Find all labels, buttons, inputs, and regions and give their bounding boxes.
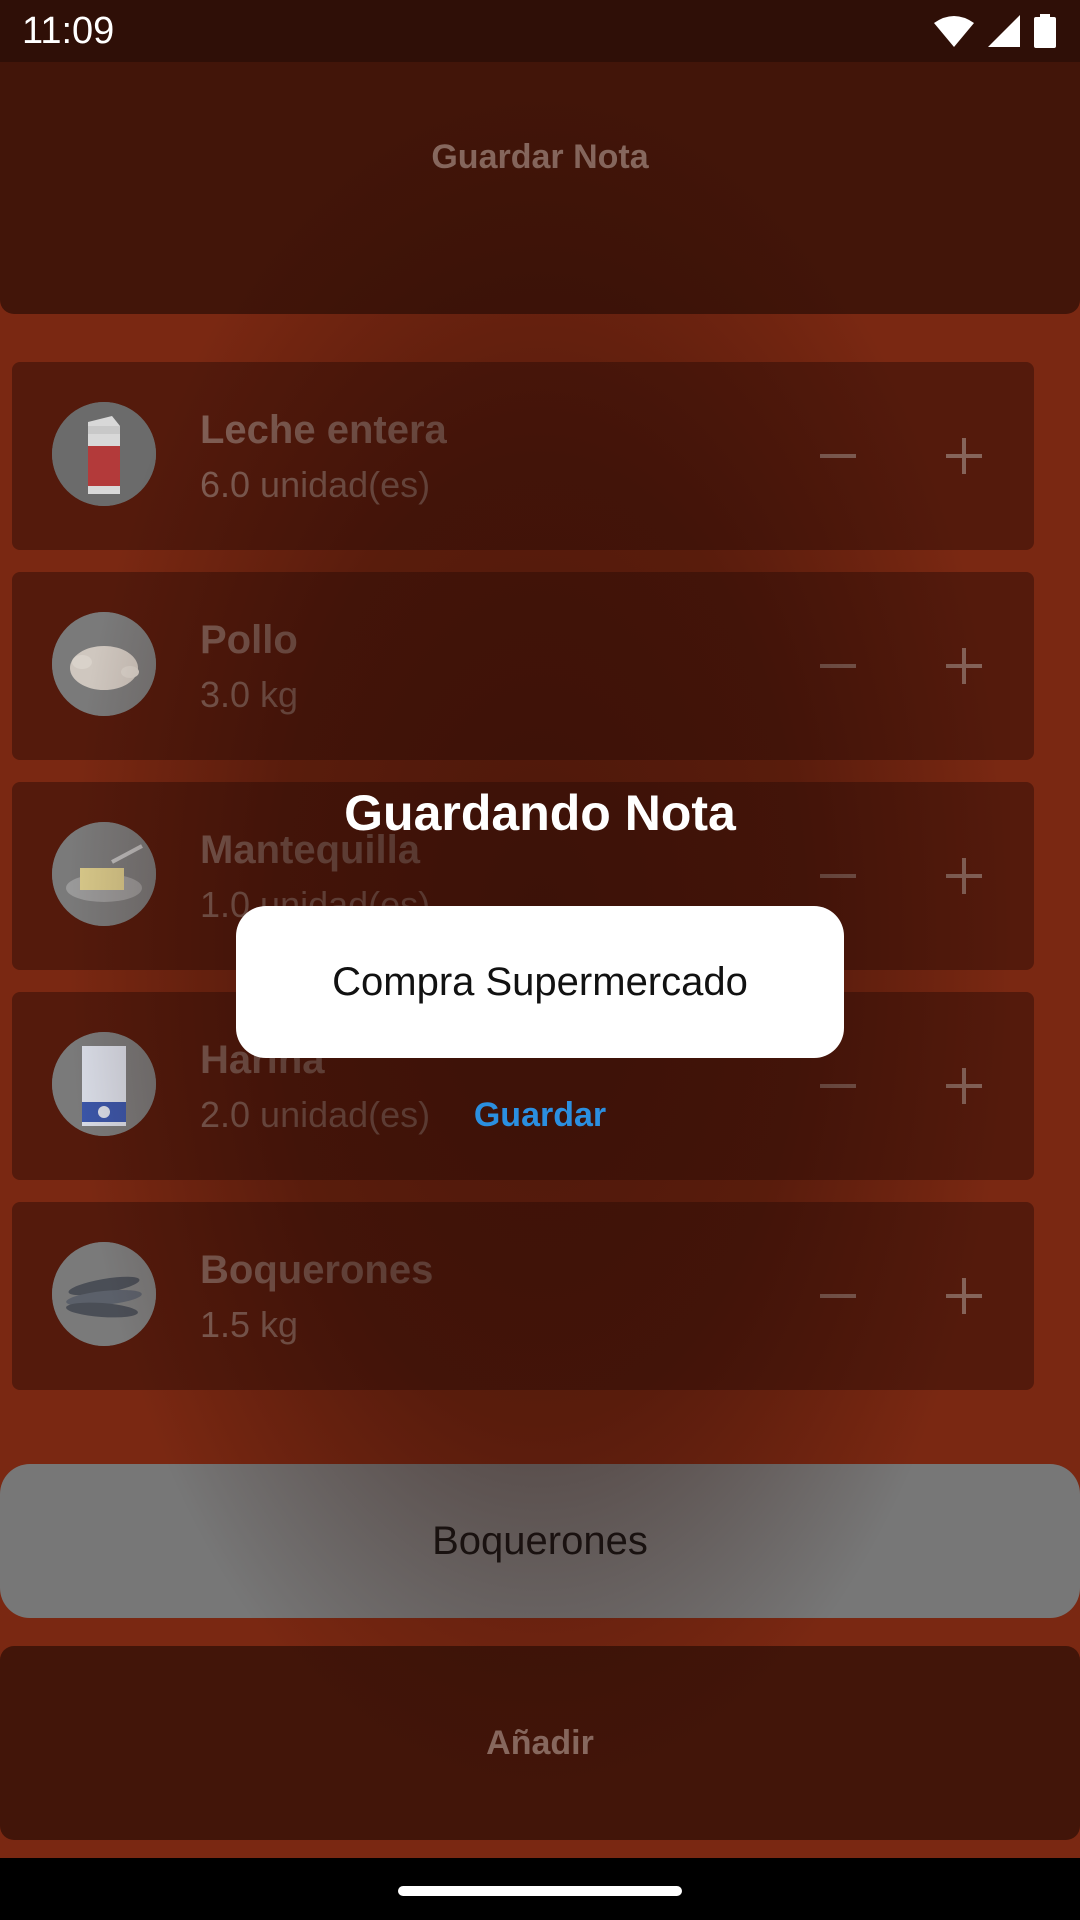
battery-icon [1034, 14, 1056, 48]
increase-button[interactable] [932, 1054, 996, 1118]
fish-icon [52, 1242, 156, 1346]
minus-icon [820, 1084, 856, 1088]
list-item: Pollo 3.0 kg [12, 572, 1034, 760]
milk-carton-icon [52, 402, 156, 506]
dialog-title: Guardando Nota [344, 785, 736, 841]
cell-signal-icon [988, 15, 1020, 47]
product-input-container: Boquerones [0, 1464, 1080, 1618]
bottom-bar: Añadir [0, 1646, 1080, 1840]
decrease-button[interactable] [806, 424, 870, 488]
decrease-button[interactable] [806, 634, 870, 698]
decrease-button[interactable] [806, 1264, 870, 1328]
product-input[interactable]: Boquerones [0, 1464, 1080, 1618]
home-handle[interactable] [398, 1886, 682, 1896]
plus-icon [946, 648, 982, 684]
top-bar: Guardar Nota [0, 62, 1080, 314]
minus-icon [820, 1294, 856, 1298]
increase-button[interactable] [932, 424, 996, 488]
flour-bag-icon [52, 1032, 156, 1136]
save-note-button[interactable]: Guardar Nota [0, 62, 1080, 252]
minus-icon [820, 874, 856, 878]
increase-button[interactable] [932, 844, 996, 908]
decrease-button[interactable] [806, 844, 870, 908]
plus-icon [946, 1068, 982, 1104]
plus-icon [946, 1278, 982, 1314]
increase-button[interactable] [932, 1264, 996, 1328]
add-button[interactable]: Añadir [0, 1646, 1080, 1840]
minus-icon [820, 454, 856, 458]
list-item: Leche entera 6.0 unidad(es) [12, 362, 1034, 550]
item-quantity: 3.0 kg [200, 674, 299, 715]
plus-icon [946, 858, 982, 894]
dialog-save-button[interactable]: Guardar [440, 1096, 640, 1135]
navigation-bar [0, 1858, 1080, 1920]
status-bar: 11:09 [0, 0, 1080, 62]
item-quantity: 1.5 kg [200, 1304, 299, 1345]
list-item: Boquerones 1.5 kg [12, 1202, 1034, 1390]
item-name: Leche entera [200, 408, 447, 452]
decrease-button[interactable] [806, 1054, 870, 1118]
plus-icon [946, 438, 982, 474]
minus-icon [820, 664, 856, 668]
note-name-field[interactable]: Compra Supermercado [236, 906, 844, 1058]
item-quantity: 6.0 unidad(es) [200, 464, 431, 505]
wifi-icon [934, 16, 974, 47]
status-icons [934, 14, 1056, 48]
item-name: Pollo [200, 618, 298, 662]
item-name: Boquerones [200, 1248, 434, 1292]
increase-button[interactable] [932, 634, 996, 698]
item-quantity: 2.0 unidad(es) [200, 1094, 431, 1135]
chicken-icon [52, 612, 156, 716]
status-time: 11:09 [22, 10, 115, 52]
